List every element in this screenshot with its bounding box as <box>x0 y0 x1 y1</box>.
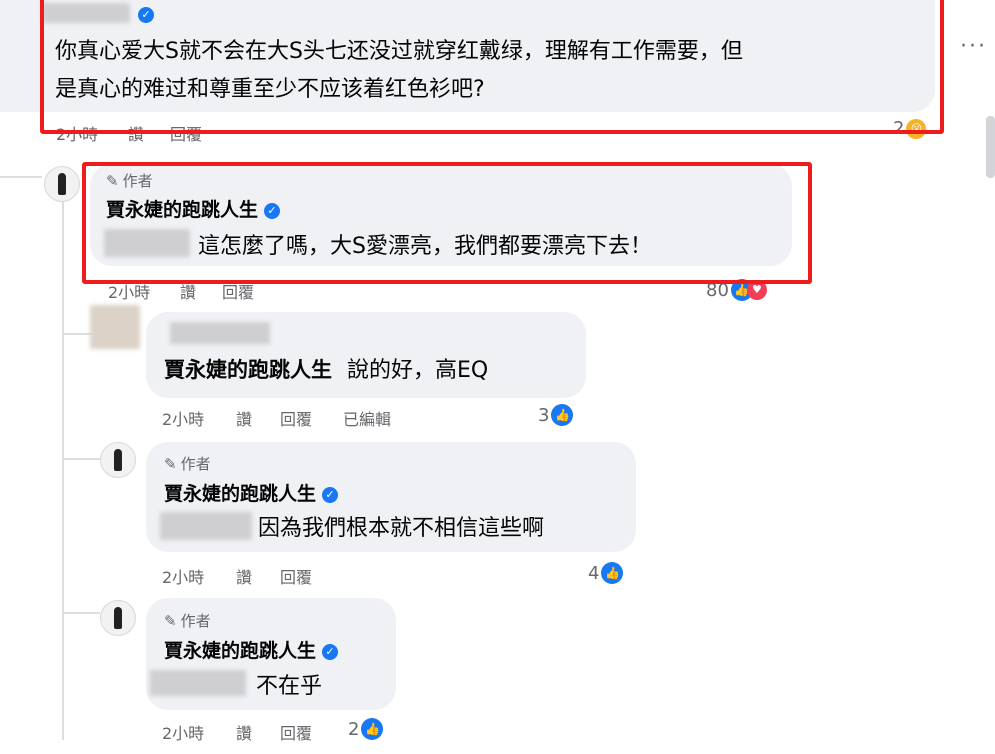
like-reaction-icon: 👍 <box>361 718 384 740</box>
blurred-mention <box>160 512 252 540</box>
blurred-commenter-name <box>170 322 270 344</box>
like-reaction-icon: 👍 <box>601 562 624 584</box>
thread-line <box>62 458 100 460</box>
mention-link[interactable]: 賈永婕的跑跳人生 <box>164 358 332 382</box>
reply3-text: 因為我們根本就不相信這些啊 <box>258 516 545 541</box>
thread-line <box>62 612 100 614</box>
more-options-icon[interactable]: ··· <box>960 34 987 59</box>
reply4-reply-button[interactable]: 回覆 <box>280 720 312 744</box>
verified-badge-icon: ✓ <box>322 487 339 503</box>
reply4-text: 不在乎 <box>256 674 323 699</box>
reply2-edited-label: 已編輯 <box>343 410 392 429</box>
author-avatar[interactable] <box>100 600 136 636</box>
reply2-reply-button[interactable]: 回覆 <box>280 406 312 430</box>
reply3-like-button[interactable]: 讚 <box>236 564 252 588</box>
verified-badge-icon: ✓ <box>322 644 339 660</box>
pen-icon: ✎ <box>164 612 177 630</box>
thread-line <box>0 176 42 178</box>
reply2-like-button[interactable]: 讚 <box>236 406 252 430</box>
author-tag: ✎ 作者 <box>164 612 211 630</box>
reply4-reactions[interactable]: 2 👍 <box>348 718 384 740</box>
thread-line <box>62 333 92 335</box>
reply4-like-button[interactable]: 讚 <box>236 720 252 744</box>
blurred-avatar <box>90 305 140 349</box>
author-avatar[interactable] <box>100 442 136 478</box>
reply3-reply-button[interactable]: 回覆 <box>280 564 312 588</box>
reply2-text: 賈永婕的跑跳人生 說的好，高EQ <box>164 358 489 383</box>
author-avatar[interactable] <box>44 166 80 202</box>
author-name[interactable]: 賈永婕的跑跳人生 ✓ <box>164 636 339 663</box>
like-reaction-icon: 👍 <box>551 404 574 426</box>
reaction-count: 4 <box>588 562 600 584</box>
thread-line-vertical <box>62 200 64 740</box>
reply3-reactions[interactable]: 4 👍 <box>588 562 624 584</box>
highlight-box-comment <box>40 0 944 134</box>
scrollbar-thumb[interactable] <box>986 116 995 178</box>
author-tag: ✎ 作者 <box>164 455 211 473</box>
pen-icon: ✎ <box>164 455 177 473</box>
reply2-reactions[interactable]: 3 👍 <box>538 404 574 426</box>
reaction-count: 3 <box>538 404 550 426</box>
reaction-count: 2 <box>348 718 360 740</box>
reply3-time[interactable]: 2小時 <box>162 564 204 588</box>
highlight-box-reply <box>82 162 812 284</box>
reply2-time[interactable]: 2小時 <box>162 406 204 430</box>
author-name[interactable]: 賈永婕的跑跳人生 ✓ <box>164 479 339 506</box>
reply4-time[interactable]: 2小時 <box>162 720 204 744</box>
blurred-mention <box>150 670 246 696</box>
